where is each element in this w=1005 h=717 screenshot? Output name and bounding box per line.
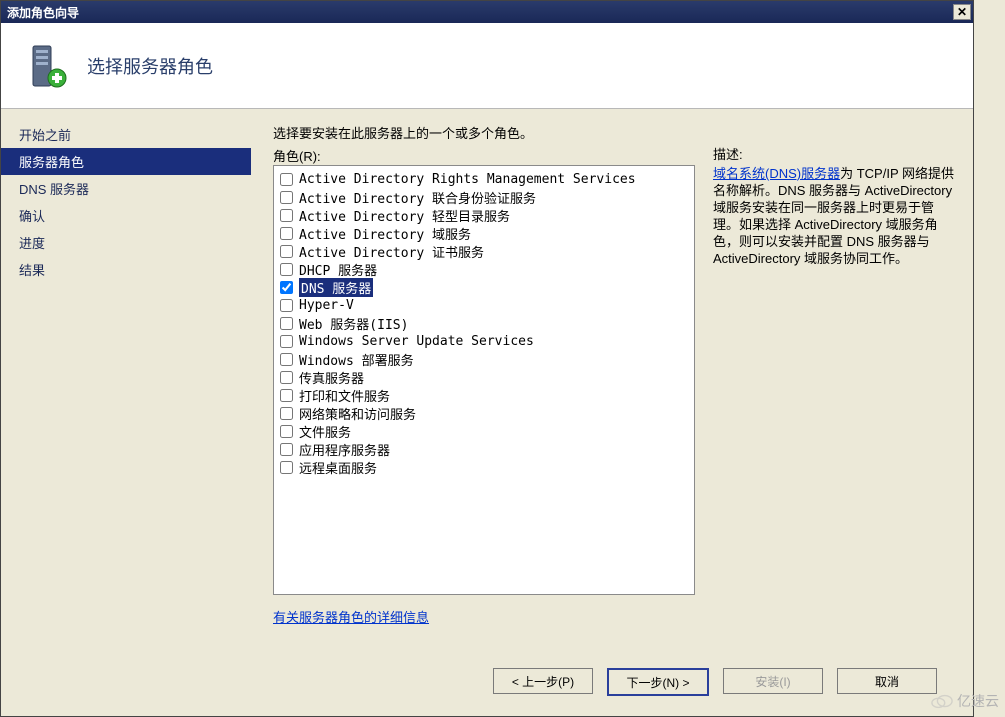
role-item[interactable]: Hyper-V — [280, 296, 688, 314]
description-link[interactable]: 域名系统(DNS)服务器 — [713, 166, 840, 181]
role-item[interactable]: 网络策略和访问服务 — [280, 404, 688, 422]
sidebar-item[interactable]: 开始之前 — [1, 121, 251, 148]
wizard-header: 选择服务器角色 — [1, 23, 973, 109]
role-item[interactable]: Web 服务器(IIS) — [280, 314, 688, 332]
sidebar-item[interactable]: 服务器角色 — [1, 148, 251, 175]
role-checkbox[interactable] — [280, 317, 293, 330]
role-label: Windows Server Update Services — [299, 334, 534, 349]
role-checkbox[interactable] — [280, 263, 293, 276]
sidebar-item[interactable]: DNS 服务器 — [1, 175, 251, 202]
role-checkbox[interactable] — [280, 353, 293, 366]
window-title: 添加角色向导 — [7, 4, 953, 21]
role-checkbox[interactable] — [280, 389, 293, 402]
role-label: 打印和文件服务 — [299, 386, 390, 405]
role-item[interactable]: Active Directory 联合身份验证服务 — [280, 188, 688, 206]
page-title: 选择服务器角色 — [87, 53, 213, 79]
role-label: Active Directory Rights Management Servi… — [299, 172, 636, 187]
close-button[interactable]: ✕ — [953, 4, 971, 20]
more-info-link[interactable]: 有关服务器角色的详细信息 — [273, 607, 429, 626]
role-item[interactable]: 打印和文件服务 — [280, 386, 688, 404]
role-item[interactable]: DHCP 服务器 — [280, 260, 688, 278]
role-checkbox[interactable] — [280, 443, 293, 456]
role-label: 网络策略和访问服务 — [299, 404, 416, 423]
role-label: Active Directory 联合身份验证服务 — [299, 188, 536, 207]
role-checkbox[interactable] — [280, 425, 293, 438]
role-checkbox[interactable] — [280, 335, 293, 348]
roles-listbox[interactable]: Active Directory Rights Management Servi… — [273, 165, 695, 595]
role-item[interactable]: Active Directory Rights Management Servi… — [280, 170, 688, 188]
sidebar-item[interactable]: 进度 — [1, 229, 251, 256]
install-button: 安装(I) — [723, 668, 823, 694]
role-item[interactable]: 远程桌面服务 — [280, 458, 688, 476]
role-label: Web 服务器(IIS) — [299, 314, 408, 333]
role-checkbox[interactable] — [280, 191, 293, 204]
role-item[interactable]: Windows Server Update Services — [280, 332, 688, 350]
wizard-sidebar: 开始之前服务器角色DNS 服务器确认进度结果 — [1, 109, 251, 650]
role-checkbox[interactable] — [280, 209, 293, 222]
description-text: 域名系统(DNS)服务器为 TCP/IP 网络提供名称解析。DNS 服务器与 A… — [713, 165, 955, 267]
role-checkbox[interactable] — [280, 173, 293, 186]
role-item[interactable]: Active Directory 证书服务 — [280, 242, 688, 260]
role-label: DHCP 服务器 — [299, 260, 377, 279]
role-checkbox[interactable] — [280, 371, 293, 384]
server-role-icon — [21, 42, 69, 90]
instruction-text: 选择要安装在此服务器上的一个或多个角色。 — [273, 123, 955, 142]
titlebar[interactable]: 添加角色向导 ✕ — [1, 1, 973, 23]
role-item[interactable]: 传真服务器 — [280, 368, 688, 386]
sidebar-item[interactable]: 确认 — [1, 202, 251, 229]
cancel-button[interactable]: 取消 — [837, 668, 937, 694]
role-label: 文件服务 — [299, 422, 351, 441]
role-checkbox[interactable] — [280, 281, 293, 294]
wizard-main: 选择要安装在此服务器上的一个或多个角色。 角色(R): Active Direc… — [251, 109, 973, 650]
role-item[interactable]: Active Directory 轻型目录服务 — [280, 206, 688, 224]
role-label: Active Directory 证书服务 — [299, 242, 484, 261]
role-item[interactable]: DNS 服务器 — [280, 278, 688, 296]
back-button[interactable]: < 上一步(P) — [493, 668, 593, 694]
wizard-window: 添加角色向导 ✕ 选择服务器角色 开始之前服务器角色DNS 服务器确认进度结果 … — [0, 0, 974, 717]
wizard-buttons: < 上一步(P) 下一步(N) > 安装(I) 取消 — [493, 668, 937, 696]
role-label: 远程桌面服务 — [299, 458, 377, 477]
role-label: Hyper-V — [299, 298, 354, 313]
role-label: 传真服务器 — [299, 368, 364, 387]
role-label: Active Directory 域服务 — [299, 224, 471, 243]
role-checkbox[interactable] — [280, 407, 293, 420]
role-item[interactable]: 文件服务 — [280, 422, 688, 440]
role-checkbox[interactable] — [280, 461, 293, 474]
next-button[interactable]: 下一步(N) > — [607, 668, 709, 696]
description-panel: 描述: 域名系统(DNS)服务器为 TCP/IP 网络提供名称解析。DNS 服务… — [713, 146, 955, 626]
role-label: Windows 部署服务 — [299, 350, 414, 369]
roles-label: 角色(R): — [273, 146, 695, 165]
role-checkbox[interactable] — [280, 245, 293, 258]
role-item[interactable]: 应用程序服务器 — [280, 440, 688, 458]
close-icon: ✕ — [957, 6, 967, 18]
role-checkbox[interactable] — [280, 227, 293, 240]
description-body: 为 TCP/IP 网络提供名称解析。DNS 服务器与 ActiveDirecto… — [713, 166, 954, 266]
sidebar-item[interactable]: 结果 — [1, 256, 251, 283]
role-label: Active Directory 轻型目录服务 — [299, 206, 510, 225]
role-label: DNS 服务器 — [299, 278, 373, 297]
role-label: 应用程序服务器 — [299, 440, 390, 459]
role-item[interactable]: Windows 部署服务 — [280, 350, 688, 368]
role-checkbox[interactable] — [280, 299, 293, 312]
wizard-body: 开始之前服务器角色DNS 服务器确认进度结果 选择要安装在此服务器上的一个或多个… — [1, 109, 973, 650]
description-heading: 描述: — [713, 146, 955, 163]
role-item[interactable]: Active Directory 域服务 — [280, 224, 688, 242]
